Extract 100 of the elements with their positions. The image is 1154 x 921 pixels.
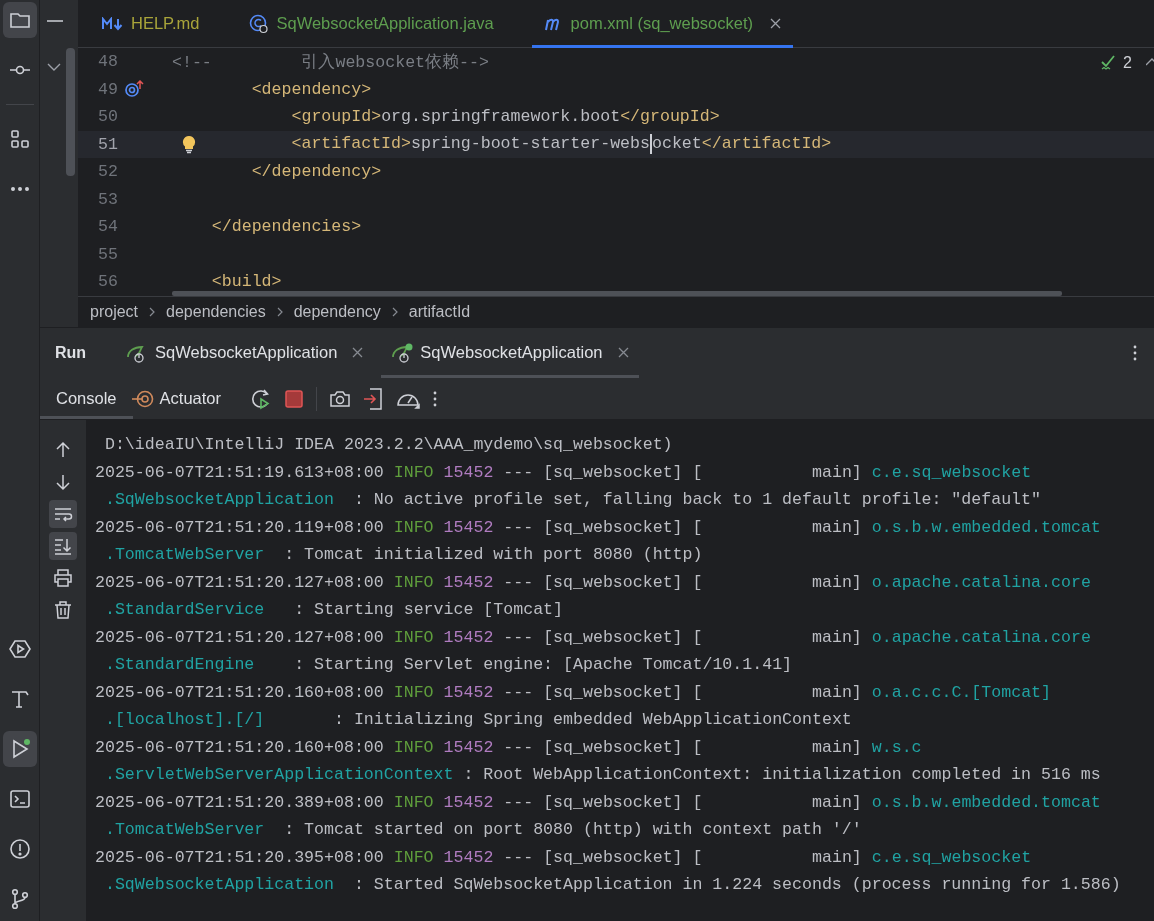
- process-id: 15452: [443, 462, 494, 482]
- inspection-status[interactable]: 2: [1101, 54, 1132, 72]
- process-id: 15452: [443, 737, 494, 757]
- code-line: <groupId>org.springframework.boot</groupId>: [290, 107, 720, 127]
- logger-name: .SqWebsocketApplication: [104, 875, 334, 894]
- markdown-icon: [102, 16, 124, 31]
- logger-name: .TomcatWebServer: [104, 545, 265, 564]
- actuator-icon: [131, 389, 154, 408]
- line-number: 54: [97, 217, 118, 237]
- log-timestamp: 2025-06-07T21:51:20.160+08:00: [95, 682, 384, 702]
- process-id: 15452: [443, 517, 494, 537]
- run-tab[interactable]: SqWebsocketApplication: [116, 328, 374, 378]
- process-id: 15452: [443, 682, 494, 702]
- line-number: 55: [97, 244, 118, 264]
- view-tab[interactable]: Actuator: [131, 378, 237, 419]
- minimize-icon[interactable]: [47, 19, 63, 23]
- chevron-right-icon: [276, 307, 283, 317]
- log-message: : Tomcat initialized with port 8080 (http): [284, 545, 703, 564]
- log-level: INFO: [393, 572, 434, 592]
- logger-name: .SqWebsocketApplication: [104, 490, 334, 509]
- logger-name: .StandardService: [104, 600, 265, 619]
- log-message: : Started SqWebsocketApplication in 1.224 seconds (process running for 1.586): [353, 875, 1121, 894]
- scrollbar[interactable]: [172, 291, 1062, 296]
- log-message: : Root WebApplicationContext: initialization completed in 516 ms: [463, 765, 1101, 784]
- export-icon[interactable]: [363, 387, 383, 410]
- code-line: <artifactId>spring-boot-starter-webs ocket</artifactId>: [290, 134, 832, 155]
- breadcrumb[interactable]: project: [90, 303, 139, 321]
- process-id: 15452: [443, 792, 494, 812]
- thread-name: --- [sq_websocket] [ main]: [503, 517, 862, 537]
- line-number: 48: [97, 52, 118, 72]
- logger-name: o.apache.catalina.core: [871, 627, 1091, 647]
- log-message: : Starting service [Tomcat]: [294, 600, 563, 619]
- breadcrumb[interactable]: dependency: [293, 303, 381, 321]
- more-icon[interactable]: [433, 390, 437, 407]
- file-tab[interactable]: SqWebsocketApplication.java: [237, 0, 506, 48]
- scrollbar[interactable]: [66, 48, 75, 176]
- rerun-icon[interactable]: [250, 387, 272, 410]
- log-level: INFO: [393, 682, 434, 702]
- process-id: 15452: [443, 572, 494, 592]
- log-message: : Tomcat started on port 8080 (http) with context path '/': [284, 820, 862, 839]
- file-tab[interactable]: HELP.md: [90, 0, 212, 48]
- log-timestamp: 2025-06-07T21:51:20.395+08:00: [95, 847, 384, 867]
- camera-icon[interactable]: [330, 389, 350, 408]
- code-line: <!-- 引入websocket依赖-->: [172, 51, 489, 73]
- thread-name: --- [sq_websocket] [ main]: [503, 682, 862, 702]
- line-number: 53: [97, 189, 118, 209]
- override-icon[interactable]: [124, 80, 144, 99]
- logger-name: .[localhost].[/]: [104, 710, 265, 729]
- log-timestamp: 2025-06-07T21:51:20.389+08:00: [95, 792, 384, 812]
- logger-name: .TomcatWebServer: [104, 820, 265, 839]
- code-line: <build>: [210, 272, 282, 292]
- class-icon: [249, 13, 270, 34]
- line-number: 56: [97, 272, 118, 292]
- console-line: D:\ideaIU\IntelliJ IDEA 2023.2.2\AAA_mydemo\sq_websocket): [104, 435, 673, 454]
- thread-name: --- [sq_websocket] [ main]: [503, 627, 862, 647]
- log-level: INFO: [393, 792, 434, 812]
- close-icon[interactable]: [770, 18, 782, 29]
- run-icon[interactable]: [2, 731, 37, 767]
- thread-name: --- [sq_websocket] [ main]: [503, 847, 862, 867]
- log-message: : Initializing Spring embedded WebApplicationContext: [334, 710, 852, 729]
- chevron-right-icon: [149, 307, 156, 317]
- logger-name: w.s.c: [871, 737, 922, 757]
- breadcrumb[interactable]: dependencies: [166, 303, 266, 321]
- code-line: </dependencies>: [210, 217, 362, 237]
- thread-name: --- [sq_websocket] [ main]: [503, 462, 862, 482]
- thread-name: --- [sq_websocket] [ main]: [503, 572, 862, 592]
- line-number: 50: [97, 107, 118, 127]
- log-level: INFO: [393, 737, 434, 757]
- close-icon[interactable]: [352, 347, 364, 358]
- line-number: 49: [97, 79, 118, 99]
- log-timestamp: 2025-06-07T21:51:20.119+08:00: [95, 517, 384, 537]
- chevron-up-icon[interactable]: [1146, 58, 1154, 66]
- close-icon[interactable]: [617, 347, 629, 358]
- thread-name: --- [sq_websocket] [ main]: [503, 737, 862, 757]
- logger-name: o.s.b.w.embedded.tomcat: [871, 792, 1101, 812]
- process-id: 15452: [443, 847, 494, 867]
- file-tab[interactable]: pom.xml (sq_websocket): [531, 0, 794, 48]
- lightbulb-icon[interactable]: [182, 134, 196, 154]
- logger-name: c.e.sq_websocket: [871, 847, 1032, 867]
- process-id: 15452: [443, 627, 494, 647]
- logger-name: o.s.b.w.embedded.tomcat: [871, 517, 1101, 537]
- stop-icon[interactable]: [285, 389, 303, 408]
- log-level: INFO: [393, 627, 434, 647]
- log-timestamp: 2025-06-07T21:51:20.127+08:00: [95, 572, 384, 592]
- chevron-down-icon[interactable]: [47, 63, 61, 71]
- log-message: : Starting Servlet engine: [Apache Tomcat/10.1.41]: [294, 655, 793, 674]
- panel-title: Run: [55, 344, 87, 362]
- logger-name: c.e.sq_websocket: [871, 462, 1032, 482]
- soft-wrap-icon[interactable]: [49, 500, 77, 528]
- logger-name: .StandardEngine: [104, 655, 255, 674]
- folder-icon[interactable]: [2, 2, 37, 38]
- line-number: 52: [97, 162, 118, 182]
- logger-name: o.a.c.c.C.[Tomcat]: [871, 682, 1052, 702]
- log-level: INFO: [393, 847, 434, 867]
- log-timestamp: 2025-06-07T21:51:20.160+08:00: [95, 737, 384, 757]
- logger-name: .ServletWebServerApplicationContext: [104, 765, 454, 784]
- more-icon[interactable]: [1133, 345, 1137, 361]
- code-line: </dependency>: [250, 162, 382, 182]
- scroll-to-end-icon[interactable]: [49, 532, 77, 560]
- breadcrumb[interactable]: artifactId: [408, 303, 471, 321]
